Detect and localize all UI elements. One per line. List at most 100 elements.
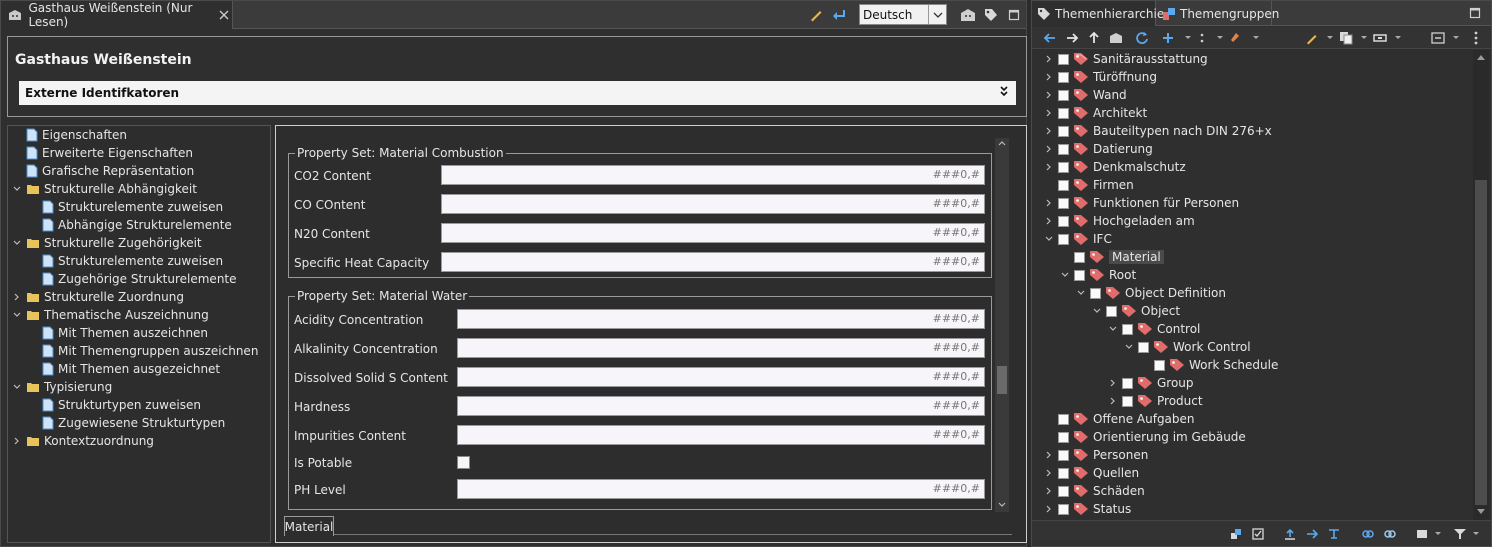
tree-checkbox[interactable] [1122,377,1133,389]
more-vertical-icon[interactable] [1468,30,1484,46]
nav-item-zugehoerige-strukturelemente[interactable]: Zugehörige Strukturelemente [42,270,237,288]
tree-item[interactable]: Hochgeladen am [1044,212,1195,230]
nav-item-thematische-auszeichnung[interactable]: Thematische Auszeichnung [12,306,209,324]
editor-tab[interactable]: Gasthaus Weißenstein (Nur Lesen) [1,1,233,29]
is-potable-checkbox[interactable] [457,456,470,469]
tab-material[interactable]: Material [284,516,334,536]
nav-item-erweiterte-eigenschaften[interactable]: Erweiterte Eigenschaften [26,144,193,162]
nav-item-mit-themen-ausgezeichnet[interactable]: Mit Themen ausgezeichnet [42,360,220,378]
filter-icon[interactable] [1452,526,1468,542]
chevron-down-icon[interactable] [1076,288,1086,298]
tree-checkbox[interactable] [1090,287,1101,299]
tag-icon[interactable] [982,6,1000,24]
tree-checkbox[interactable] [1058,197,1069,209]
tree-checkbox[interactable] [1058,53,1069,65]
section-header-external-ids[interactable]: Externe Identifkatoren [19,81,1016,105]
tree-item[interactable]: Personen [1044,446,1148,464]
tree-scrollbar[interactable] [1473,50,1489,520]
nav-item-strukturelemente-zuweisen[interactable]: Strukturelemente zuweisen [42,198,223,216]
tab-themengruppen[interactable]: Themengruppen [1157,1,1279,26]
tree-item-group[interactable]: Group [1108,374,1194,392]
maximize-icon[interactable] [1005,6,1023,24]
chevron-down-icon[interactable] [1060,270,1070,280]
nav-item-strukturtypen-zuweisen[interactable]: Strukturtypen zuweisen [42,396,201,414]
chevron-down-icon[interactable] [12,238,22,248]
tree-item[interactable]: Status [1044,500,1131,518]
hardness-field[interactable]: ###0,# [457,396,985,416]
chevron-down-icon[interactable] [1044,234,1054,244]
nav-item-strukturelle-zugehoerigkeit[interactable]: Strukturelle Zugehörigkeit [12,234,202,252]
tree-checkbox[interactable] [1122,323,1133,335]
chevron-right-icon[interactable] [1044,486,1054,496]
building-icon[interactable] [959,6,977,24]
tree-checkbox[interactable] [1074,251,1085,263]
tree-item-control[interactable]: Control [1108,320,1200,338]
back-arrow-icon[interactable] [1042,30,1058,46]
tree-checkbox[interactable] [1154,359,1165,371]
link-chain-icon[interactable] [1360,526,1376,542]
chevron-right-icon[interactable] [1044,504,1054,514]
chevron-down-icon[interactable] [1092,306,1102,316]
nav-item-abhaengige-strukturelemente[interactable]: Abhängige Strukturelemente [42,216,232,234]
forward-arrow-icon[interactable] [1064,30,1080,46]
chevron-right-icon[interactable] [12,436,22,446]
upload-icon[interactable] [1282,526,1298,542]
nav-item-strukturelemente-zuweisen-2[interactable]: Strukturelemente zuweisen [42,252,223,270]
up-arrow-icon[interactable] [1086,30,1102,46]
link-chain-icon[interactable] [1382,526,1398,542]
tree-checkbox[interactable] [1058,125,1069,137]
chevron-down-icon[interactable] [12,310,22,320]
chevron-down-icon[interactable] [1390,30,1406,46]
chevron-down-icon[interactable] [1322,30,1338,46]
property-scrollbar[interactable] [995,138,1009,512]
tree-item-object-definition[interactable]: Object Definition [1076,284,1226,302]
copy-icon[interactable] [1338,30,1354,46]
forward-arrow-icon[interactable] [1304,526,1320,542]
tree-item[interactable]: Schäden [1044,482,1145,500]
link-icon[interactable] [1372,30,1388,46]
scrollbar-thumb[interactable] [1475,180,1487,505]
chevron-right-icon[interactable] [12,292,22,302]
tree-item-root[interactable]: Root [1060,266,1136,284]
chevron-down-icon[interactable] [1430,526,1446,542]
tree-item-work-control[interactable]: Work Control [1124,338,1251,356]
chevron-right-icon[interactable] [1044,162,1054,172]
specific-heat-capacity-field[interactable]: ###0,# [441,252,985,272]
brush-icon[interactable] [1226,30,1242,46]
tree-checkbox[interactable] [1058,449,1069,461]
tree-item[interactable]: Denkmalschutz [1044,158,1186,176]
chevron-down-icon[interactable] [1124,342,1134,352]
chevron-right-icon[interactable] [1044,216,1054,226]
nav-item-mit-themen-auszeichnen[interactable]: Mit Themen auszeichnen [42,324,208,342]
tree-item-material[interactable]: Material [1074,248,1164,266]
tree-checkbox[interactable] [1058,161,1069,173]
ph-level-field[interactable]: ###0,# [457,479,985,499]
chevron-down-icon[interactable] [1108,324,1118,334]
tree-item[interactable]: Architekt [1044,104,1147,122]
alkalinity-concentration-field[interactable]: ###0,# [457,338,985,358]
chevron-up-icon[interactable] [1477,54,1485,60]
tree-checkbox[interactable] [1106,305,1117,317]
tab-themenhierarchie[interactable]: Themenhierarchie [1032,1,1164,26]
move-icon[interactable] [1228,526,1244,542]
impurities-content-field[interactable]: ###0,# [457,425,985,445]
tree-checkbox[interactable] [1058,485,1069,497]
hierarchy-icon[interactable] [1326,526,1342,542]
pencil-icon[interactable] [1304,30,1320,46]
tree-checkbox[interactable] [1058,107,1069,119]
tree-checkbox[interactable] [1058,179,1069,191]
refresh-icon[interactable] [1134,30,1150,46]
tree-checkbox[interactable] [1058,467,1069,479]
chevron-down-icon[interactable] [1248,30,1264,46]
add-icon[interactable] [1160,30,1176,46]
tree-checkbox[interactable] [1122,395,1133,407]
dots-icon[interactable] [1194,30,1210,46]
nav-item-zugewiesene-strukturtypen[interactable]: Zugewiesene Strukturtypen [42,414,225,432]
chevron-right-icon[interactable] [1108,396,1118,406]
chevron-right-icon[interactable] [1044,126,1054,136]
building-icon[interactable] [1108,30,1124,46]
chevron-right-icon[interactable] [1044,54,1054,64]
double-chevron-down-icon[interactable] [998,84,1010,98]
tree-checkbox[interactable] [1058,233,1069,245]
tree-checkbox[interactable] [1058,71,1069,83]
